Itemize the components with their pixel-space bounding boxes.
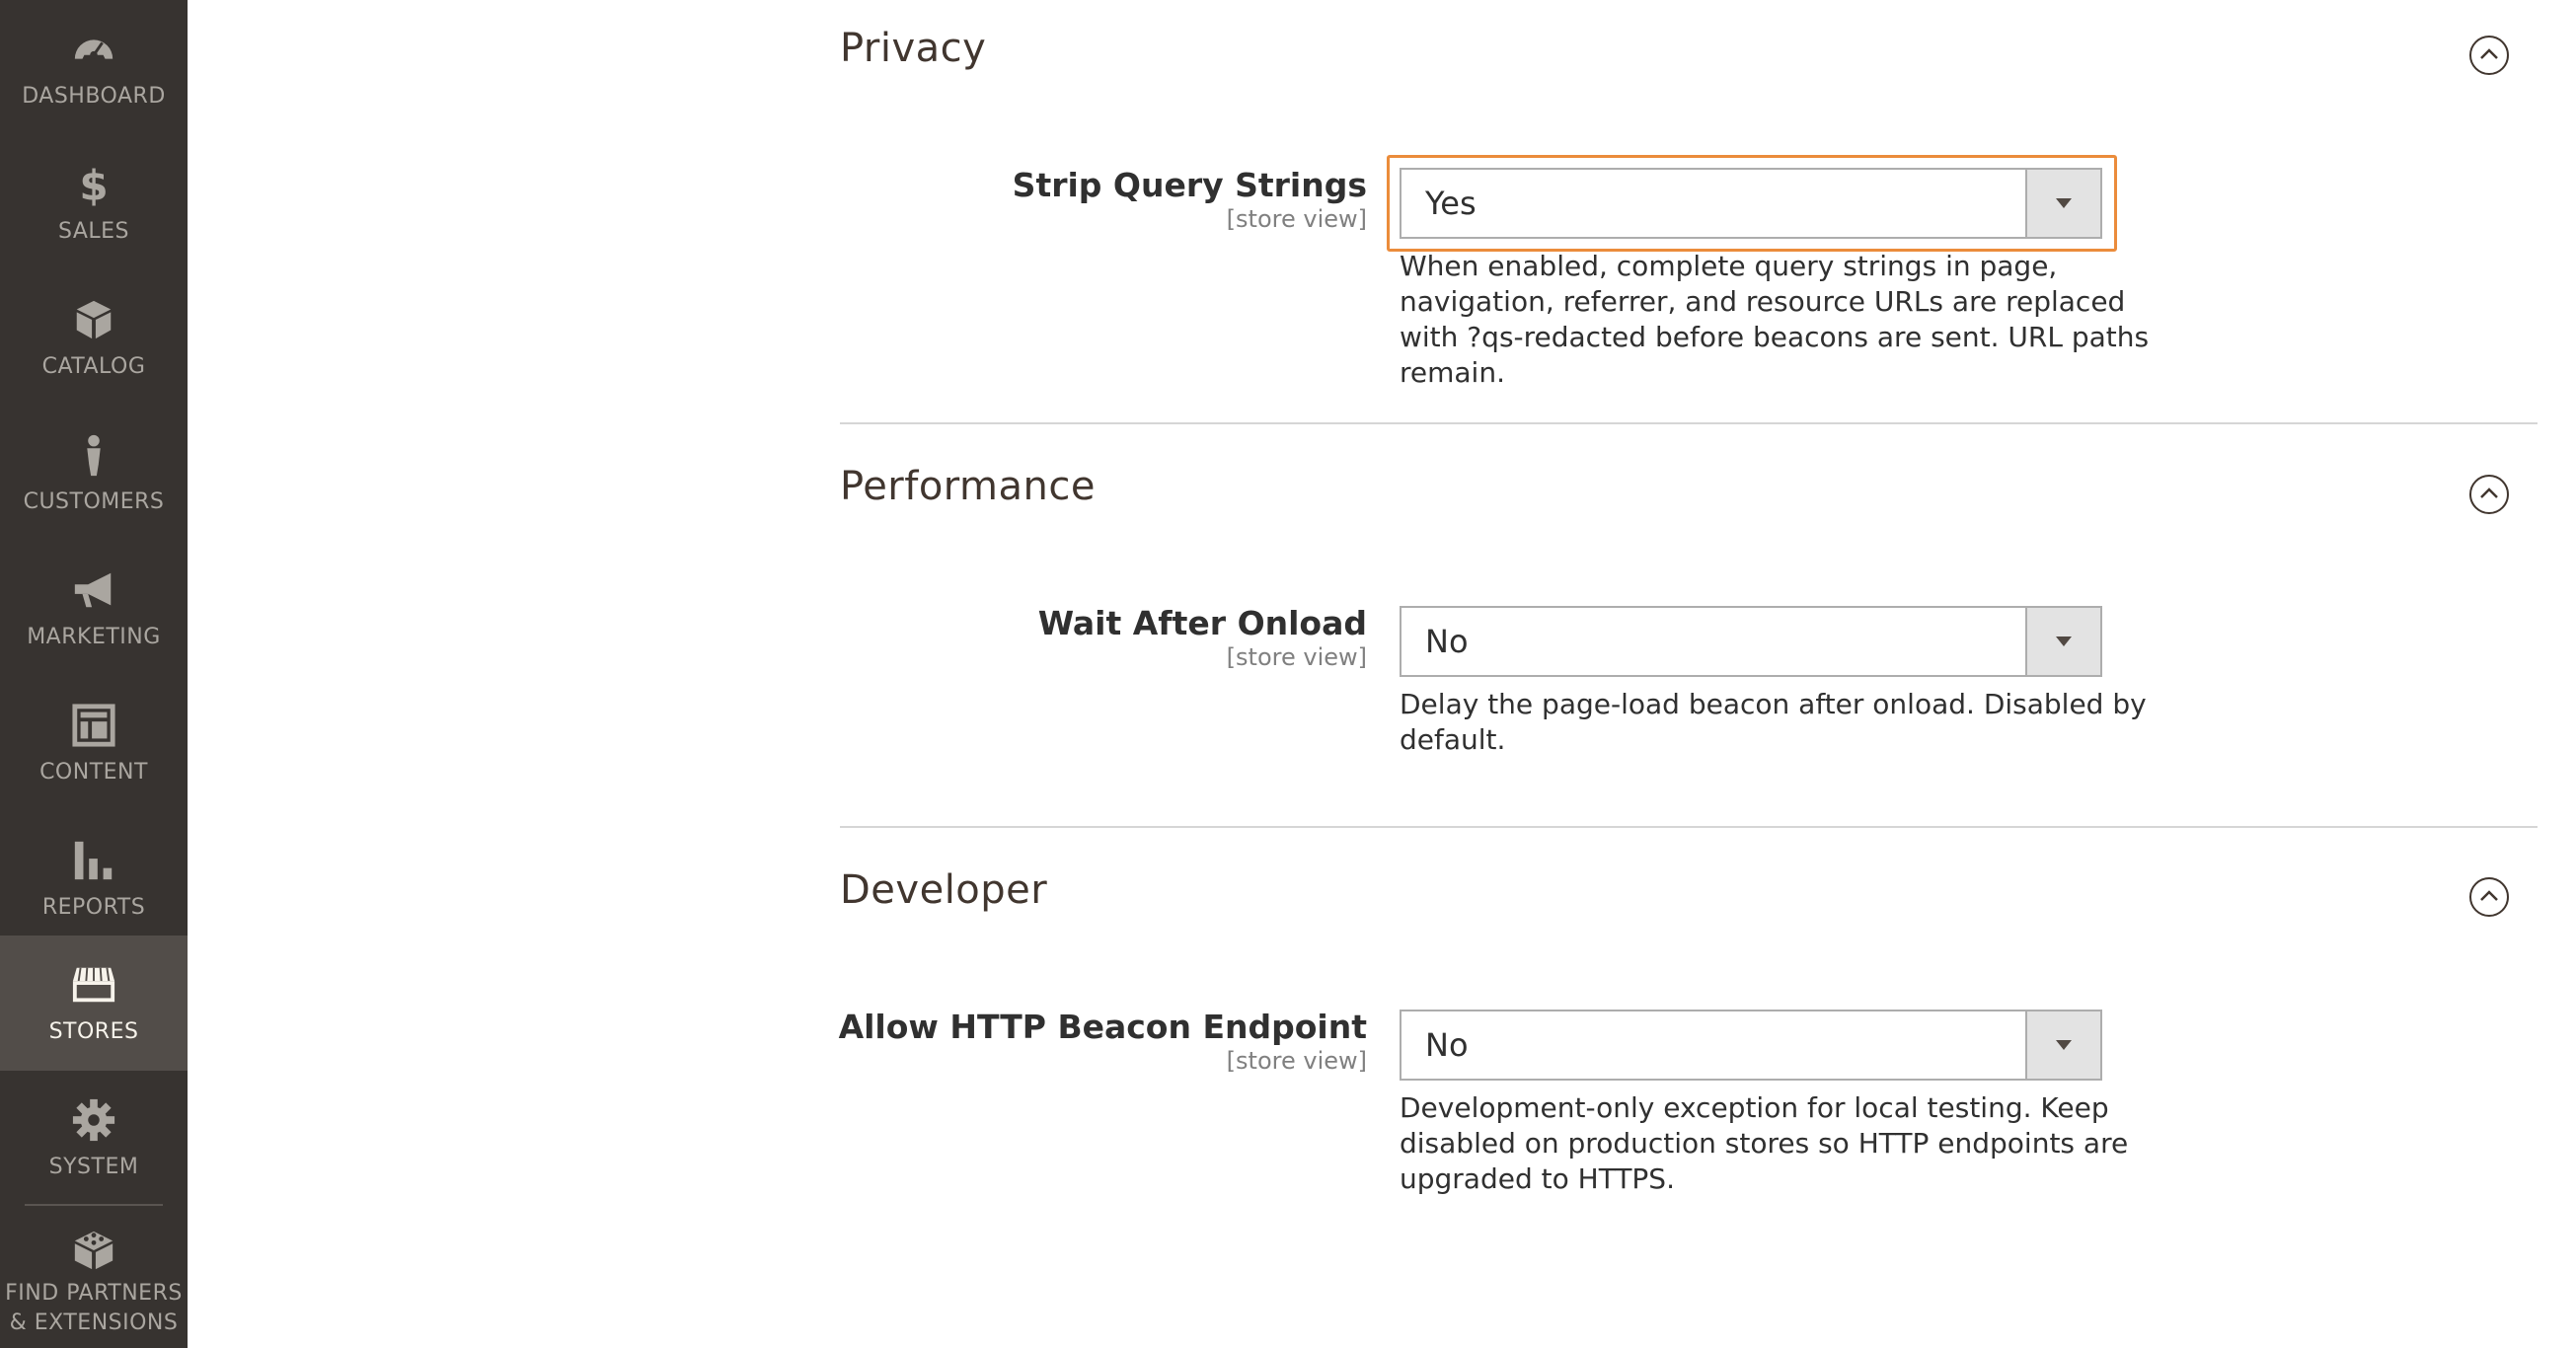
dashboard-icon [69,25,118,74]
nav-dashboard-label: DASHBOARD [22,83,166,109]
wait-after-onload-note: Delay the page-load beacon after onload.… [1400,688,2147,756]
allow-http-beacon-value: No [1425,1026,1469,1064]
caret-down-icon[interactable] [2025,608,2100,675]
chevron-up-icon [2478,486,2500,504]
layout-icon [69,701,118,750]
allow-http-beacon-label: Allow HTTP Beacon Endpoint [838,1008,1367,1046]
nav-content[interactable]: CONTENT [0,676,188,811]
nav-catalog-label: CATALOG [41,353,146,379]
strip-query-strings-label: Strip Query Strings [1012,166,1367,204]
blocks-icon [69,1226,118,1275]
privacy-section-title[interactable]: Privacy [840,26,986,71]
nav-sales[interactable]: $ SALES [0,135,188,270]
nav-stores[interactable]: STORES [0,936,188,1071]
gear-icon [69,1095,118,1145]
nav-system[interactable]: SYSTEM [0,1071,188,1206]
wait-after-onload-select[interactable]: No [1400,606,2102,677]
strip-query-strings-value: Yes [1425,185,1477,222]
strip-query-strings-scope: [store view] [1226,205,1367,233]
nav-customers-label: CUSTOMERS [23,488,165,514]
allow-http-beacon-scope: [store view] [1226,1047,1367,1075]
wait-after-onload-scope: [store view] [1226,643,1367,671]
nav-marketing[interactable]: MARKETING [0,541,188,676]
chevron-up-icon [2478,46,2500,65]
box-icon [69,295,118,344]
svg-text:$: $ [79,162,108,207]
nav-find-partners-label: FIND PARTNERS & EXTENSIONS [5,1281,183,1335]
allow-http-beacon-note: Development-only exception for local tes… [1400,1091,2129,1195]
nav-catalog[interactable]: CATALOG [0,270,188,406]
nav-separator [25,1204,163,1206]
nav-stores-label: STORES [48,1018,139,1044]
nav-marketing-label: MARKETING [27,624,161,649]
nav-reports-label: REPORTS [41,894,146,920]
dollar-icon: $ [69,160,118,209]
section-divider [840,422,2538,424]
nav-content-label: CONTENT [39,759,148,785]
nav-dashboard[interactable]: DASHBOARD [0,0,188,135]
developer-section-title[interactable]: Developer [840,867,1047,913]
performance-section-title[interactable]: Performance [840,464,1096,509]
nav-system-label: SYSTEM [48,1154,139,1179]
section-divider [840,826,2538,828]
nav-reports[interactable]: REPORTS [0,811,188,946]
wait-after-onload-label: Wait After Onload [1037,604,1367,642]
nav-find-partners[interactable]: FIND PARTNERS & EXTENSIONS [0,1212,188,1348]
chevron-up-icon [2478,888,2500,907]
strip-query-strings-note: When enabled, complete query strings in … [1400,250,2150,389]
caret-down-icon[interactable] [2025,1011,2100,1079]
developer-collapse-button[interactable] [2469,877,2509,917]
allow-http-beacon-select[interactable]: No [1400,1010,2102,1081]
bar-chart-icon [69,836,118,885]
storefront-icon [69,960,118,1010]
wait-after-onload-value: No [1425,623,1469,660]
person-icon [69,430,118,480]
nav-customers[interactable]: CUSTOMERS [0,406,188,541]
caret-down-icon[interactable] [2025,170,2100,237]
strip-query-strings-select[interactable]: Yes [1400,168,2102,239]
nav-sales-label: SALES [57,218,130,244]
megaphone-icon [69,565,118,615]
admin-sidebar: DASHBOARD $ SALES CATALOG CUSTOMERS MARK… [0,0,188,1348]
performance-collapse-button[interactable] [2469,475,2509,514]
privacy-collapse-button[interactable] [2469,36,2509,75]
